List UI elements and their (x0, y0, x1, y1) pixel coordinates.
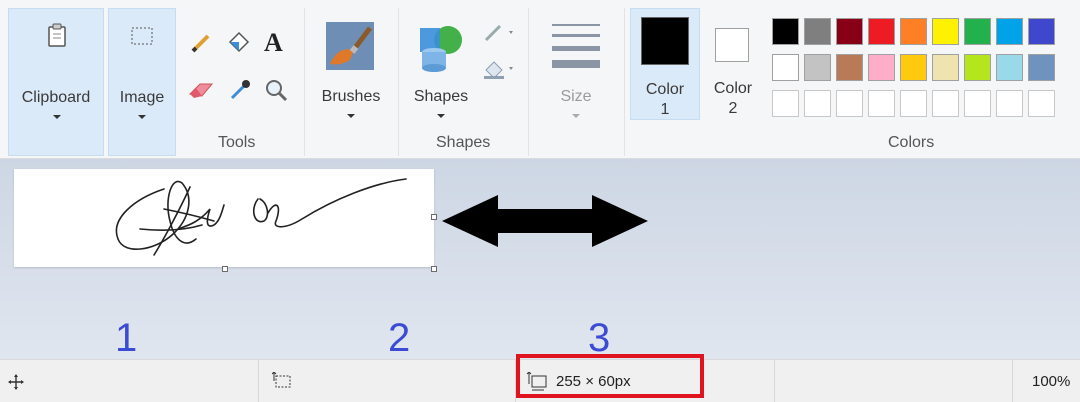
text-icon[interactable]: A (264, 28, 283, 58)
resize-handle-bottom[interactable] (222, 266, 228, 272)
outline-icon[interactable] (482, 22, 518, 44)
canvas[interactable] (14, 169, 434, 267)
signature-image (115, 178, 407, 256)
palette-swatch[interactable] (836, 54, 863, 81)
color1-number: 1 (660, 101, 670, 118)
palette-swatch[interactable] (964, 18, 991, 45)
clipboard-button[interactable]: Clipboard (8, 8, 104, 156)
chevron-down-icon (572, 114, 580, 118)
tools-group-label: Tools (218, 134, 256, 151)
image-button[interactable]: Image (108, 8, 176, 156)
colors-group-label: Colors (888, 134, 935, 151)
palette-swatch[interactable] (932, 54, 959, 81)
palette-swatch[interactable] (996, 54, 1023, 81)
palette-swatch[interactable] (932, 90, 959, 117)
palette-swatch[interactable] (804, 18, 831, 45)
resize-handle-right[interactable] (431, 214, 437, 220)
eraser-icon[interactable] (188, 80, 214, 100)
color1-swatch (641, 17, 689, 65)
clipboard-icon (48, 23, 66, 47)
size-label: Size (560, 88, 592, 105)
brush-icon (326, 22, 374, 70)
chevron-down-icon (53, 115, 61, 119)
shapes-label: Shapes (413, 88, 469, 105)
select-icon (131, 27, 153, 45)
color2-number: 2 (728, 100, 738, 117)
magnifier-icon[interactable] (264, 78, 288, 102)
palette-swatch[interactable] (804, 54, 831, 81)
palette-swatch[interactable] (900, 18, 927, 45)
palette-swatch[interactable] (836, 90, 863, 117)
palette-swatch[interactable] (868, 18, 895, 45)
chevron-down-icon (347, 114, 355, 118)
image-label: Image (119, 89, 165, 106)
palette-swatch[interactable] (804, 90, 831, 117)
resize-handle-corner[interactable] (431, 266, 437, 272)
palette-swatch[interactable] (1028, 54, 1055, 81)
palette-swatch[interactable] (996, 90, 1023, 117)
palette-swatch[interactable] (900, 54, 927, 81)
chevron-down-icon (437, 114, 445, 118)
palette-swatch[interactable] (772, 18, 799, 45)
palette-swatch[interactable] (772, 54, 799, 81)
shapes-group-label: Shapes (436, 134, 491, 151)
brushes-label: Brushes (321, 88, 381, 105)
palette-swatch[interactable] (1028, 90, 1055, 117)
palette-swatch[interactable] (836, 18, 863, 45)
ribbon: Clipboard Image A Tools Brushes Shapes S… (0, 0, 1080, 159)
fill-icon[interactable] (226, 30, 252, 54)
color2-button[interactable]: Color 2 (704, 8, 762, 120)
palette-swatch[interactable] (772, 90, 799, 117)
size-icon (552, 24, 600, 68)
palette-swatch[interactable] (900, 90, 927, 117)
palette-swatch[interactable] (868, 54, 895, 81)
color2-label: Color (713, 80, 753, 97)
pencil-icon[interactable] (190, 32, 212, 54)
size-button[interactable]: Size (534, 8, 618, 156)
palette-swatch[interactable] (964, 90, 991, 117)
color2-swatch (715, 28, 749, 62)
highlight-box (516, 354, 704, 398)
palette-swatch[interactable] (964, 54, 991, 81)
palette-swatch[interactable] (996, 18, 1023, 45)
palette-swatch[interactable] (1028, 18, 1055, 45)
annotation-2: 2 (388, 316, 411, 360)
chevron-down-icon (138, 115, 146, 119)
clipboard-label: Clipboard (21, 89, 91, 106)
color-picker-icon[interactable] (228, 78, 252, 102)
palette-swatch[interactable] (932, 18, 959, 45)
double-arrow (442, 195, 648, 247)
move-icon (8, 374, 24, 390)
zoom-level: 100% (1032, 373, 1071, 390)
shape-fill-icon[interactable] (482, 58, 518, 80)
palette-swatch[interactable] (868, 90, 895, 117)
color1-label: Color (645, 81, 685, 98)
shapes-icon (420, 26, 462, 72)
brushes-button[interactable]: Brushes (310, 8, 392, 156)
color1-button[interactable]: Color 1 (630, 8, 700, 120)
selection-size-icon (272, 372, 291, 388)
annotation-1: 1 (115, 316, 138, 360)
